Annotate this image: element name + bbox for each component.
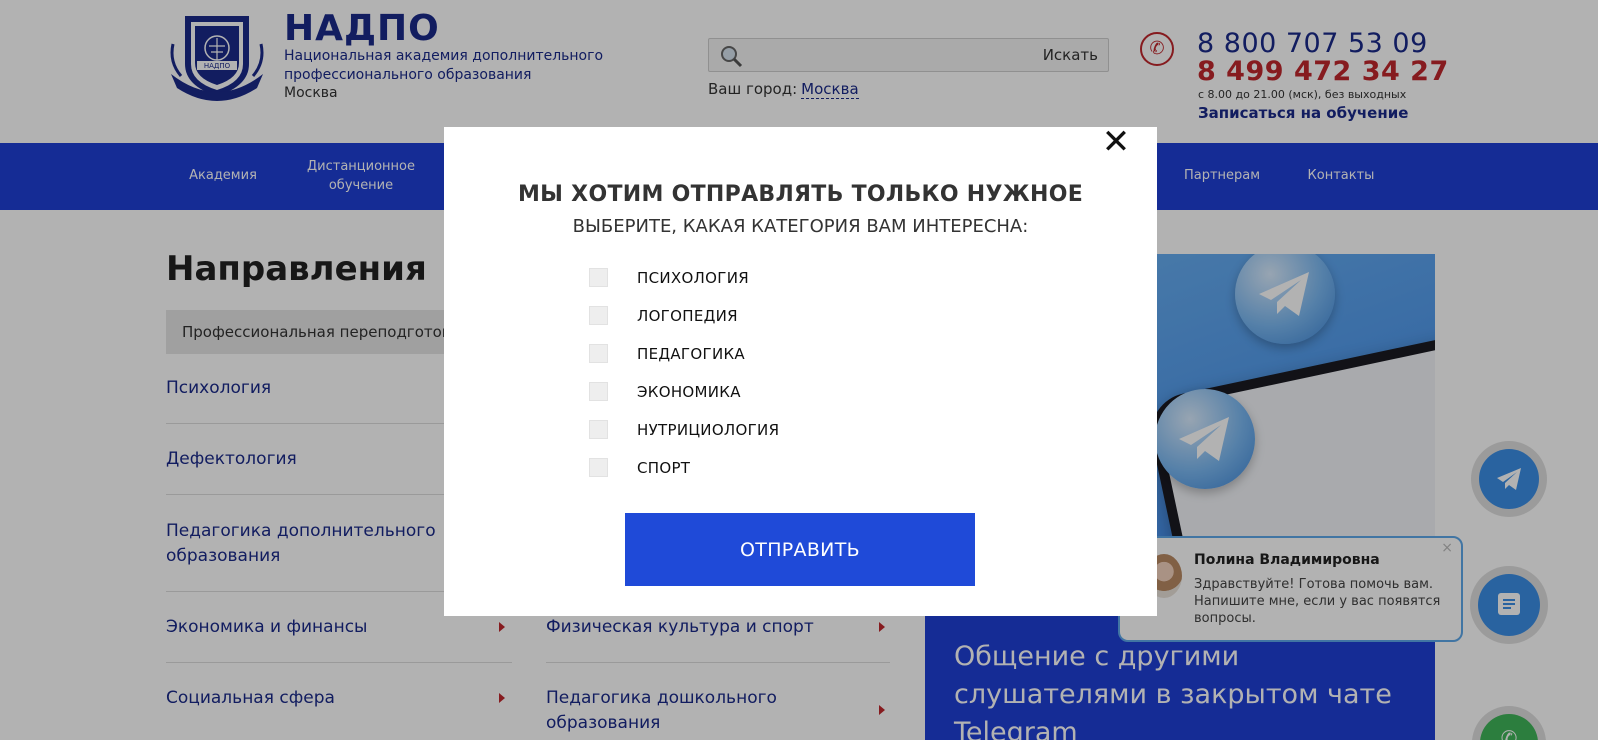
option-psychology[interactable]: ПСИХОЛОГИЯ [589,268,889,288]
option-label: НУТРИЦИОЛОГИЯ [637,421,780,439]
option-label: СПОРТ [637,459,691,477]
checkbox[interactable] [589,268,608,287]
close-icon[interactable]: ✕ [1098,125,1134,163]
option-nutrition[interactable]: НУТРИЦИОЛОГИЯ [589,420,889,440]
checkbox[interactable] [589,382,608,401]
checkbox[interactable] [589,458,608,477]
submit-button[interactable]: ОТПРАВИТЬ [625,513,975,586]
checkbox[interactable] [589,344,608,363]
checkbox[interactable] [589,420,608,439]
option-logopedia[interactable]: ЛОГОПЕДИЯ [589,306,889,326]
option-pedagogy[interactable]: ПЕДАГОГИКА [589,344,889,364]
option-label: ПСИХОЛОГИЯ [637,269,749,287]
checkbox[interactable] [589,306,608,325]
option-sport[interactable]: СПОРТ [589,458,889,478]
option-label: ПЕДАГОГИКА [637,345,745,363]
option-label: ЭКОНОМИКА [637,383,741,401]
modal-title: МЫ ХОТИМ ОТПРАВЛЯТЬ ТОЛЬКО НУЖНОЕ [517,182,1084,207]
category-modal: ✕ МЫ ХОТИМ ОТПРАВЛЯТЬ ТОЛЬКО НУЖНОЕ ВЫБЕ… [444,125,1157,616]
modal-subtitle: ВЫБЕРИТЕ, КАКАЯ КАТЕГОРИЯ ВАМ ИНТЕРЕСНА: [572,216,1029,237]
option-economics[interactable]: ЭКОНОМИКА [589,382,889,402]
option-label: ЛОГОПЕДИЯ [637,307,738,325]
